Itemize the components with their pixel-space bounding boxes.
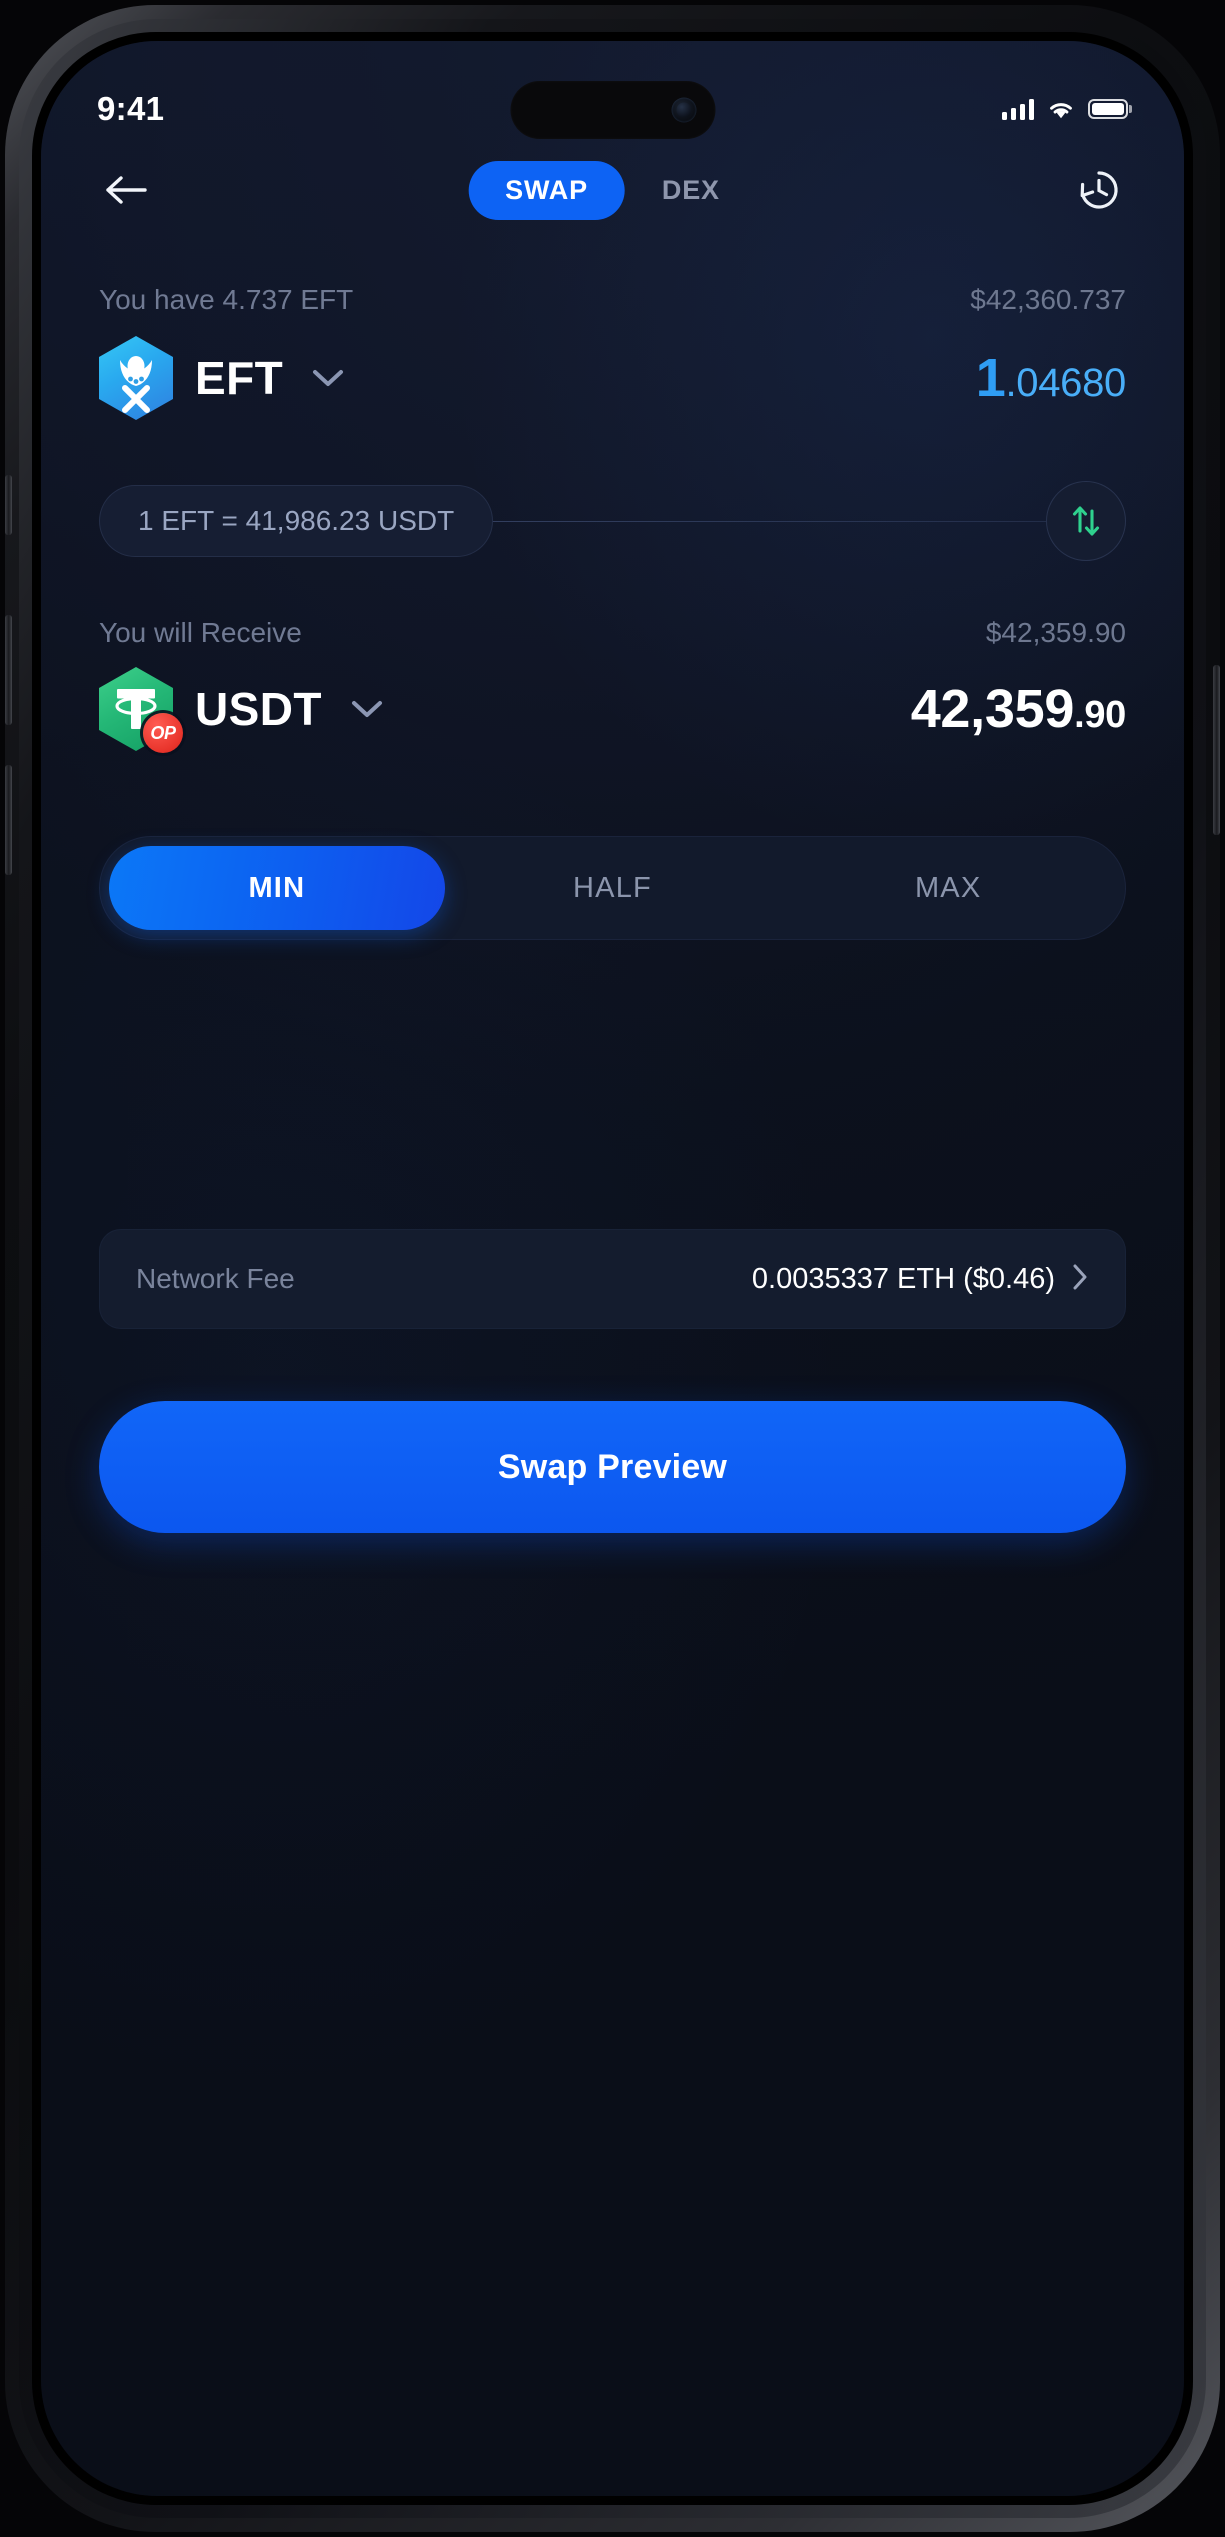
to-token-symbol: USDT xyxy=(195,683,322,735)
volume-down-button[interactable] xyxy=(5,765,12,875)
swap-dex-tabs: SWAP DEX xyxy=(468,160,757,220)
phone-bezel: 9:41 SWAP DEX You have 4.737 EFT $42,360… xyxy=(32,32,1193,2505)
optimism-badge-label: OP xyxy=(150,722,176,743)
to-amount[interactable]: 42,359.90 xyxy=(910,678,1127,740)
front-camera-icon xyxy=(676,102,691,118)
phone-screen: 9:41 SWAP DEX You have 4.737 EFT $42,360… xyxy=(41,41,1184,2496)
app-navbar: SWAP DEX xyxy=(99,151,1126,229)
power-button[interactable] xyxy=(1213,665,1220,835)
to-token-row: OP USDT 42,359.90 xyxy=(99,667,1127,753)
to-amount-integer: 42,359 xyxy=(910,679,1075,739)
percent-selector: MIN HALF MAX xyxy=(99,836,1126,940)
swap-direction-icon[interactable] xyxy=(1046,481,1126,561)
phone-frame: 9:41 SWAP DEX You have 4.737 EFT $42,360… xyxy=(5,5,1220,2532)
battery-icon xyxy=(1088,99,1128,119)
status-time: 9:41 xyxy=(97,90,165,127)
from-token-selector[interactable]: EFT xyxy=(99,336,345,420)
swap-preview-button[interactable]: Swap Preview xyxy=(99,1401,1126,1533)
cellular-signal-icon xyxy=(1001,98,1034,120)
back-arrow-icon[interactable] xyxy=(99,163,153,217)
mute-switch[interactable] xyxy=(5,475,12,535)
swap-preview-label: Swap Preview xyxy=(497,1447,728,1486)
percent-option-max[interactable]: MAX xyxy=(780,846,1116,930)
network-fee-value-group: 0.0035337 ETH ($0.46) xyxy=(752,1262,1089,1297)
status-indicators xyxy=(1001,98,1128,120)
screenshot-root: 9:41 SWAP DEX You have 4.737 EFT $42,360… xyxy=(0,0,1225,2537)
exchange-rate-pill: 1 EFT = 41,986.23 USDT xyxy=(99,485,494,557)
wifi-icon xyxy=(1047,99,1075,120)
percent-option-min[interactable]: MIN xyxy=(109,846,445,930)
optimism-network-badge: OP xyxy=(143,713,183,753)
to-balance-label: You will Receive xyxy=(99,617,302,648)
tab-dex[interactable]: DEX xyxy=(625,161,757,220)
to-fiat-value: $42,359.90 xyxy=(985,617,1126,648)
network-fee-value: 0.0035337 ETH ($0.46) xyxy=(751,1262,1055,1295)
to-label-row: You will Receive $42,359.90 xyxy=(99,617,1126,649)
from-balance-label: You have 4.737 EFT xyxy=(99,284,354,315)
to-token-selector[interactable]: OP USDT xyxy=(99,667,384,753)
from-token-row: EFT 1.04680 xyxy=(99,336,1126,420)
rate-row: 1 EFT = 41,986.23 USDT xyxy=(99,481,1126,561)
chevron-down-icon[interactable] xyxy=(350,698,384,720)
to-amount-fraction: .90 xyxy=(1074,694,1126,736)
usdt-token-icon: OP xyxy=(99,667,183,753)
history-clock-icon[interactable] xyxy=(1072,163,1126,217)
dynamic-island xyxy=(510,81,715,139)
chevron-down-icon[interactable] xyxy=(311,367,345,389)
from-amount-fraction: .04680 xyxy=(1005,361,1126,405)
percent-option-half[interactable]: HALF xyxy=(445,846,781,930)
from-amount[interactable]: 1.04680 xyxy=(975,347,1127,409)
from-token-symbol: EFT xyxy=(195,352,284,404)
tab-swap[interactable]: SWAP xyxy=(468,160,625,220)
chevron-right-icon[interactable] xyxy=(1071,1262,1089,1297)
network-fee-row[interactable]: Network Fee 0.0035337 ETH ($0.46) xyxy=(99,1229,1126,1329)
swap-screen: SWAP DEX You have 4.737 EFT $42,360.737 … xyxy=(41,41,1184,2496)
eft-token-icon xyxy=(99,336,173,420)
network-fee-label: Network Fee xyxy=(136,1263,295,1294)
from-fiat-value: $42,360.737 xyxy=(970,284,1126,315)
from-label-row: You have 4.737 EFT $42,360.737 xyxy=(99,284,1126,316)
rate-connector-line xyxy=(487,520,1052,522)
from-amount-integer: 1 xyxy=(975,348,1006,408)
volume-up-button[interactable] xyxy=(5,615,12,725)
